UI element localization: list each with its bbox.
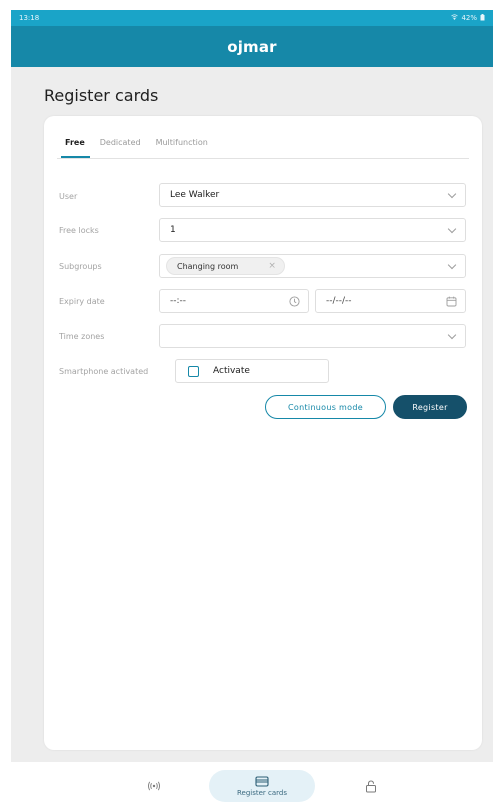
register-form-card: Free Dedicated Multifunction User Lee Wa… [44,116,482,750]
nav-item-register-cards[interactable]: Register cards [209,770,315,802]
battery-level: 42% [461,14,477,22]
subgroups-label: Subgroups [59,262,102,271]
free-locks-value: 1 [170,225,176,235]
user-select[interactable]: Lee Walker [159,183,466,207]
expiry-date-label: Expiry date [59,297,105,306]
time-zones-select[interactable] [159,324,466,348]
subgroups-select[interactable]: Changing room × [159,254,466,278]
nav-register-cards-label: Register cards [236,788,288,797]
expiry-date-input[interactable]: --/--/-- [315,289,466,313]
tab-multifunction[interactable]: Multifunction [148,132,215,158]
clock-icon[interactable] [289,295,300,307]
nav-item-nfc[interactable] [134,770,174,802]
chevron-down-icon [447,330,457,339]
expiry-time-input[interactable]: --:-- [159,289,309,313]
user-label: User [59,192,78,201]
calendar-icon[interactable] [446,296,457,307]
wifi-icon [451,14,459,22]
subgroup-chip: Changing room × [166,257,285,275]
app-bar: ojmar [11,26,493,67]
page-title: Register cards [44,86,159,105]
chevron-down-icon [447,224,457,233]
register-button[interactable]: Register [393,395,467,419]
ojmar-logo: ojmar [227,37,277,56]
continuous-mode-button[interactable]: Continuous mode [265,395,386,419]
expiry-time-value: --:-- [170,296,187,306]
status-bar: 13:18 42% [11,10,493,26]
tabs-divider [57,158,469,159]
tab-bar: Free Dedicated Multifunction [57,132,215,158]
chip-label: Changing room [177,261,239,271]
nav-item-locks[interactable] [356,770,386,802]
chip-remove-icon[interactable]: × [268,261,276,271]
time-zones-label: Time zones [59,332,105,341]
device-screen: 13:18 42% ojmar Register cards Free Dedi… [11,10,493,803]
status-time: 13:18 [19,14,40,22]
free-locks-label: Free locks [59,226,99,235]
bottom-navigation: Register cards [11,762,493,803]
expiry-date-value: --/--/-- [326,296,352,306]
smartphone-activated-label: Smartphone activated [59,367,149,376]
activate-checkbox-field[interactable]: Activate [175,359,329,383]
card-icon [255,775,269,787]
user-value: Lee Walker [170,190,220,200]
battery-icon [480,13,485,23]
tab-free[interactable]: Free [57,132,92,158]
nfc-signal-icon [147,781,161,791]
chevron-down-icon [447,260,457,269]
activate-label: Activate [213,366,250,376]
free-locks-select[interactable]: 1 [159,218,466,242]
tab-dedicated[interactable]: Dedicated [92,132,148,158]
chevron-down-icon [447,189,457,198]
lock-icon [365,779,377,793]
activate-checkbox[interactable] [188,365,199,377]
status-indicators: 42% [451,13,485,23]
